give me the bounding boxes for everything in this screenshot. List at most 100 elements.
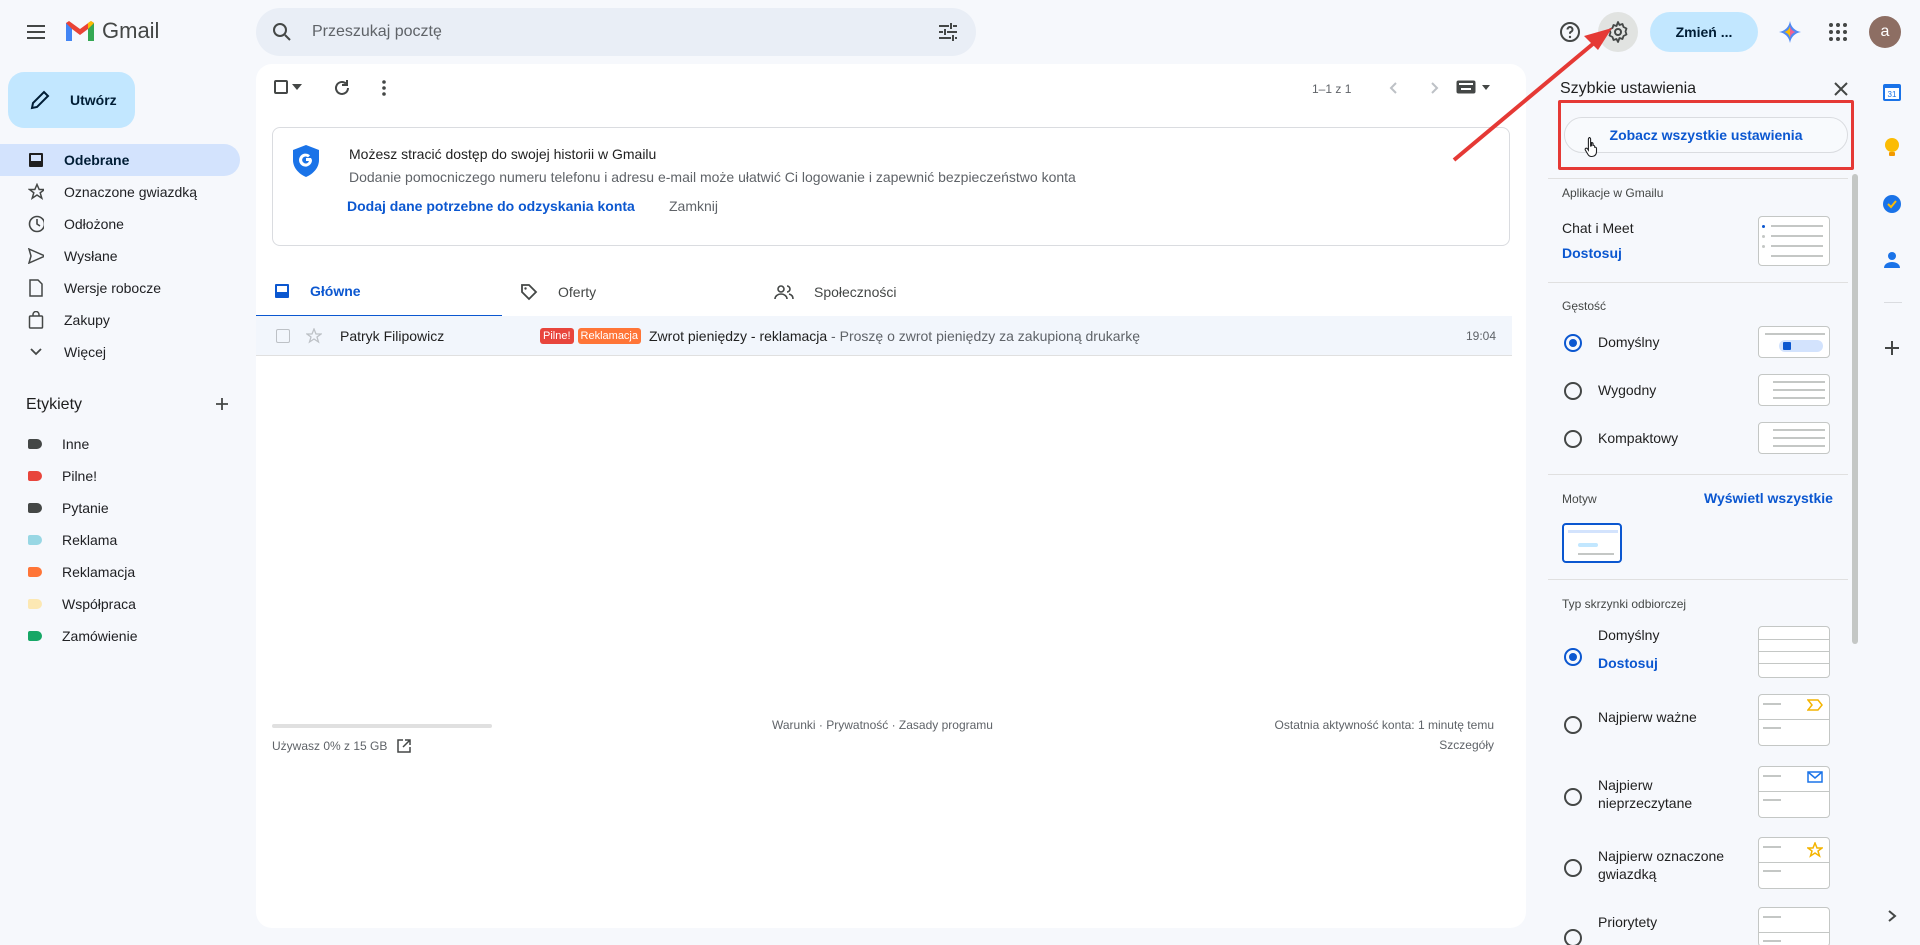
gemini-button[interactable] xyxy=(1770,12,1810,52)
inbox-type-thumbnail xyxy=(1758,907,1830,945)
chevron-left-icon xyxy=(1389,82,1397,94)
upgrade-button[interactable]: Zmień ... xyxy=(1650,12,1758,52)
divider xyxy=(1884,302,1902,303)
quick-settings-scrollbar[interactable] xyxy=(1852,174,1858,644)
tab-main[interactable]: Główne xyxy=(256,266,502,318)
label-tag-icon xyxy=(28,599,42,609)
theme-view-all-link[interactable]: Wyświetl wszystkie xyxy=(1704,490,1833,506)
label-badge-urgent[interactable]: Pilne! xyxy=(540,327,574,344)
sidebar-item-draft[interactable]: Wersje robocze xyxy=(0,272,240,304)
density-radio[interactable] xyxy=(1564,334,1582,352)
compose-button[interactable]: Utwórz xyxy=(8,72,135,128)
add-addon-icon[interactable] xyxy=(1880,336,1904,360)
prev-page-button[interactable] xyxy=(1384,78,1404,98)
unread-mail-icon xyxy=(1807,771,1823,783)
keep-icon[interactable] xyxy=(1880,136,1904,160)
close-icon xyxy=(1834,82,1848,96)
banner-action-link[interactable]: Dodaj dane potrzebne do odzyskania konta xyxy=(347,198,635,214)
theme-thumbnail[interactable] xyxy=(1562,523,1622,563)
customize-apps-link[interactable]: Dostosuj xyxy=(1562,245,1622,261)
banner-dismiss-link[interactable]: Zamknij xyxy=(669,198,718,214)
email-row[interactable]: Patryk Filipowicz Pilne! Reklamacja Zwro… xyxy=(256,316,1512,356)
sidebar-item-shopping-bag[interactable]: Zakupy xyxy=(0,304,240,336)
label-name: Reklamacja xyxy=(62,564,136,580)
inbox-type-radio[interactable] xyxy=(1564,716,1582,734)
label-tag-icon xyxy=(28,535,42,545)
chat-meet-thumbnail xyxy=(1758,216,1830,266)
sidebar-item-send[interactable]: Wysłane xyxy=(0,240,240,272)
inbox-type-label: Priorytety xyxy=(1598,914,1658,930)
avatar[interactable]: a xyxy=(1869,16,1901,48)
inbox-type-radio[interactable] xyxy=(1564,859,1582,877)
open-in-new-icon[interactable] xyxy=(397,739,412,753)
apps-launcher-button[interactable] xyxy=(1818,12,1858,52)
density-section-title: Gęstość xyxy=(1562,299,1607,313)
tab-offers[interactable]: Oferty xyxy=(502,266,748,318)
search-options-icon[interactable] xyxy=(936,20,960,44)
density-option-label: Kompaktowy xyxy=(1598,430,1679,446)
density-thumbnail xyxy=(1758,326,1830,358)
more-actions-button[interactable] xyxy=(374,78,394,98)
checkbox-icon xyxy=(274,80,288,94)
mail-list-panel: 1–1 z 1 Możesz stracić dostęp do swojej … xyxy=(256,64,1526,928)
sidebar-item-label: Oznaczone gwiazdką xyxy=(64,184,198,200)
label-item[interactable]: Pytanie xyxy=(0,492,240,524)
expand-side-panel-icon[interactable] xyxy=(1880,904,1904,928)
calendar-icon[interactable]: 31 xyxy=(1880,80,1904,104)
email-snippet: - Proszę o zwrot pieniędzy za zakupioną … xyxy=(827,327,1140,344)
inbox-type-thumbnail xyxy=(1758,766,1830,818)
label-item[interactable]: Reklama xyxy=(0,524,240,556)
tab-label: Główne xyxy=(310,282,361,299)
label-item[interactable]: Zamówienie xyxy=(0,620,240,652)
chat-meet-label: Chat i Meet xyxy=(1562,220,1634,236)
inbox-type-thumbnail xyxy=(1758,694,1830,746)
label-tag-icon xyxy=(28,631,42,641)
chevron-down-icon xyxy=(28,344,44,360)
inbox-type-radio[interactable] xyxy=(1564,929,1582,945)
details-link[interactable]: Szczegóły xyxy=(1439,738,1494,752)
search-input[interactable] xyxy=(312,8,872,56)
footer-links[interactable]: Warunki · Prywatność · Zasady programu xyxy=(772,718,993,732)
search-icon[interactable] xyxy=(270,20,294,44)
inbox-type-radio[interactable] xyxy=(1564,788,1582,806)
star-icon[interactable] xyxy=(306,327,322,344)
density-radio[interactable] xyxy=(1564,382,1582,400)
density-thumbnail xyxy=(1758,422,1830,454)
label-item[interactable]: Pilne! xyxy=(0,460,240,492)
gmail-logo[interactable]: Gmail xyxy=(64,18,159,44)
storage-info: Używasz 0% z 15 GB xyxy=(272,739,412,753)
sidebar-item-chevron-down[interactable]: Więcej xyxy=(0,336,240,368)
annotation-arrow xyxy=(1452,28,1612,162)
label-name: Współpraca xyxy=(62,596,136,612)
label-item[interactable]: Inne xyxy=(0,428,240,460)
sidebar-item-clock[interactable]: Odłożone xyxy=(0,208,240,240)
main-menu-button[interactable] xyxy=(16,12,56,52)
refresh-button[interactable] xyxy=(332,78,352,98)
label-tag-icon xyxy=(28,567,42,577)
add-label-button[interactable] xyxy=(210,392,234,416)
draft-icon xyxy=(28,279,44,297)
divider xyxy=(1548,474,1848,475)
close-button[interactable] xyxy=(1832,80,1850,98)
label-item[interactable]: Reklamacja xyxy=(0,556,240,588)
label-tag-icon xyxy=(28,503,42,513)
apps-section-title: Aplikacje w Gmailu xyxy=(1562,186,1664,200)
sidebar-item-inbox[interactable]: Odebrane xyxy=(0,144,240,176)
sidebar-item-star[interactable]: Oznaczone gwiazdką xyxy=(0,176,240,208)
inbox-type-radio[interactable] xyxy=(1564,648,1582,666)
row-checkbox[interactable] xyxy=(276,328,290,343)
storage-text: Używasz 0% z 15 GB xyxy=(272,739,388,753)
contacts-icon[interactable] xyxy=(1880,248,1904,272)
search-bar[interactable] xyxy=(256,8,976,56)
sidebar-item-label: Odłożone xyxy=(64,216,124,232)
inbox-customize-link[interactable]: Dostosuj xyxy=(1598,655,1658,671)
density-radio[interactable] xyxy=(1564,430,1582,448)
compose-label: Utwórz xyxy=(70,92,117,108)
star-icon xyxy=(28,183,44,200)
label-item[interactable]: Współpraca xyxy=(0,588,240,620)
label-badge-complaint[interactable]: Reklamacja xyxy=(577,327,641,344)
tasks-icon[interactable] xyxy=(1880,192,1904,216)
tab-social[interactable]: Społeczności xyxy=(756,266,1002,318)
select-all-checkbox[interactable] xyxy=(274,80,302,94)
theme-section-title: Motyw xyxy=(1562,492,1597,506)
